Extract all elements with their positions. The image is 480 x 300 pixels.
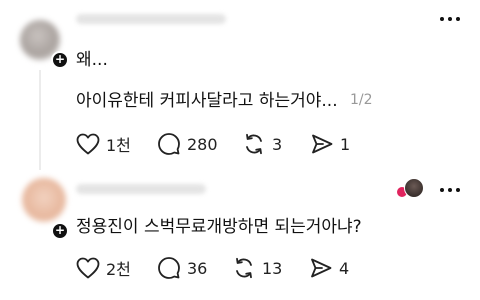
- page-indicator: 1/2: [350, 92, 373, 108]
- post-text: 왜...: [76, 50, 108, 70]
- avatar[interactable]: [22, 178, 66, 222]
- comment-button[interactable]: 280: [157, 132, 242, 156]
- repost-count: 3: [272, 134, 283, 154]
- comment-bubble-icon: [158, 133, 180, 155]
- reactor-avatar: [404, 178, 424, 198]
- repost-button[interactable]: 13: [232, 256, 309, 280]
- share-send-icon: [312, 134, 333, 154]
- like-count: 2천: [106, 260, 131, 279]
- like-count: 1천: [106, 136, 131, 155]
- share-count: 1: [340, 134, 351, 154]
- action-bar: 2천 36 13 4: [76, 256, 349, 280]
- repost-icon: [246, 133, 262, 155]
- comment-button[interactable]: 36: [157, 256, 232, 280]
- more-options-button[interactable]: [440, 185, 460, 195]
- share-button[interactable]: 1: [310, 132, 350, 156]
- like-button[interactable]: 1천: [76, 132, 157, 156]
- comment-count: 36: [187, 258, 208, 278]
- repost-icon: [236, 257, 252, 279]
- comment-bubble-icon: [158, 257, 180, 279]
- username-blurred[interactable]: [76, 184, 206, 194]
- repost-count: 13: [262, 258, 283, 278]
- username-blurred[interactable]: [76, 14, 226, 24]
- more-options-icon: [440, 17, 444, 21]
- share-send-icon: [311, 258, 332, 278]
- reaction-avatars[interactable]: [396, 178, 424, 200]
- more-options-button[interactable]: [440, 14, 460, 24]
- heart-icon: [76, 257, 100, 279]
- more-options-icon: [440, 188, 444, 192]
- plus-icon[interactable]: +: [51, 222, 69, 240]
- heart-icon: [76, 133, 100, 155]
- like-button[interactable]: 2천: [76, 256, 157, 280]
- post: + 왜... 아이유한테 커피사달라고 하는거야... 1/2 1천 280 3…: [0, 0, 480, 174]
- comment-count: 280: [187, 134, 218, 154]
- action-bar: 1천 280 3 1: [76, 132, 350, 156]
- share-count: 4: [339, 258, 350, 278]
- plus-icon[interactable]: +: [51, 51, 69, 69]
- post-text: 아이유한테 커피사달라고 하는거야...: [76, 91, 338, 111]
- post-text: 정용진이 스벅무료개방하면 되는거아냐?: [76, 217, 362, 237]
- share-button[interactable]: 4: [309, 256, 349, 280]
- repost-button[interactable]: 3: [242, 132, 310, 156]
- thread-line: [39, 70, 41, 170]
- post: + 정용진이 스벅무료개방하면 되는거아냐? 2천 36 13 4: [0, 174, 480, 300]
